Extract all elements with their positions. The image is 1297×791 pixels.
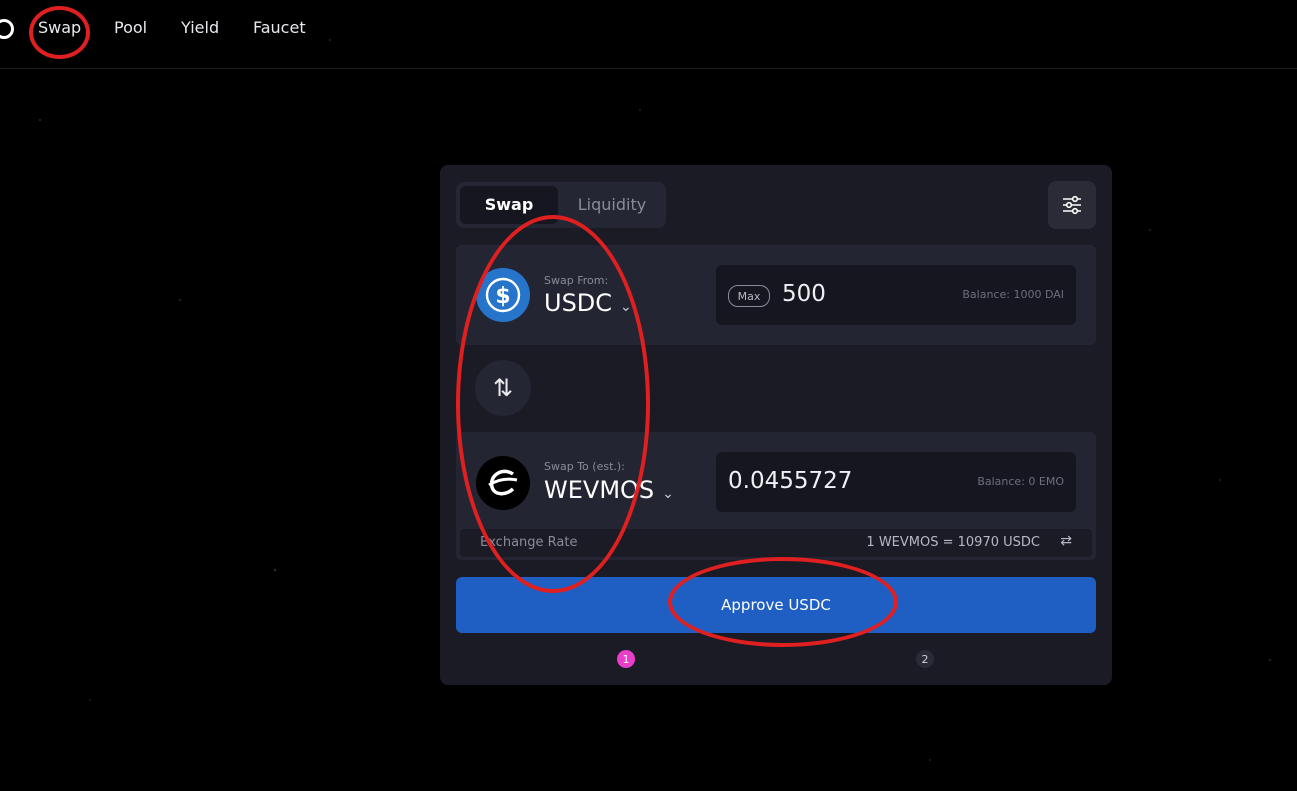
- to-balance: Balance: 0 EMO: [977, 475, 1064, 488]
- chevron-down-icon: ⌄: [662, 486, 674, 502]
- swap-to-label: Swap To (est.):: [544, 460, 625, 473]
- max-button[interactable]: Max: [728, 285, 770, 307]
- step-indicator-1: 1: [617, 650, 635, 668]
- swap-from-label: Swap From:: [544, 274, 609, 287]
- nav-pool[interactable]: Pool: [114, 18, 147, 37]
- nav-yield[interactable]: Yield: [181, 18, 219, 37]
- step-indicator-2: 2: [916, 650, 934, 668]
- tab-swap[interactable]: Swap: [460, 186, 558, 224]
- exchange-rate-row: Exchange Rate 1 WEVMOS = 10970 USDC ⇄: [460, 529, 1092, 557]
- approve-button[interactable]: Approve USDC: [456, 577, 1096, 633]
- from-token-selector[interactable]: USDC ⌄: [544, 289, 632, 317]
- chevron-down-icon: ⌄: [620, 299, 632, 315]
- nav-swap[interactable]: Swap: [38, 18, 81, 37]
- settings-button[interactable]: [1048, 181, 1096, 229]
- to-amount-input[interactable]: 0.0455727: [728, 468, 852, 494]
- from-amount-box: Max 500 Balance: 1000 DAI: [716, 265, 1076, 325]
- exchange-rate-label: Exchange Rate: [480, 535, 578, 550]
- svg-text:$: $: [495, 284, 510, 309]
- wevmos-token-icon: [476, 456, 530, 510]
- exchange-rate-value: 1 WEVMOS = 10970 USDC: [866, 535, 1040, 550]
- usdc-token-icon: $: [476, 268, 530, 322]
- nav-faucet[interactable]: Faucet: [253, 18, 306, 37]
- from-token-name: USDC: [544, 289, 613, 317]
- swap-direction-button[interactable]: ⇅: [475, 360, 531, 416]
- to-amount-box: 0.0455727 Balance: 0 EMO: [716, 452, 1076, 512]
- mode-tabs: Swap Liquidity: [456, 182, 666, 228]
- brand-logo[interactable]: [0, 19, 14, 39]
- to-token-name: WEVMOS: [544, 476, 655, 504]
- swap-from-panel: $ Swap From: USDC ⌄ Max 500 Balance: 1000…: [456, 245, 1096, 345]
- from-balance: Balance: 1000 DAI: [962, 288, 1064, 301]
- invert-rate-icon[interactable]: ⇄: [1060, 533, 1072, 549]
- swap-card: Swap Liquidity $ Swap From: USDC ⌄ Max 50…: [440, 165, 1112, 685]
- sliders-icon: [1063, 195, 1081, 215]
- swap-arrows-icon: ⇅: [492, 374, 514, 402]
- tab-liquidity[interactable]: Liquidity: [562, 186, 662, 224]
- to-token-selector[interactable]: WEVMOS ⌄: [544, 476, 674, 504]
- top-nav: Swap Pool Yield Faucet: [0, 0, 1297, 69]
- from-amount-input[interactable]: 500: [782, 281, 826, 307]
